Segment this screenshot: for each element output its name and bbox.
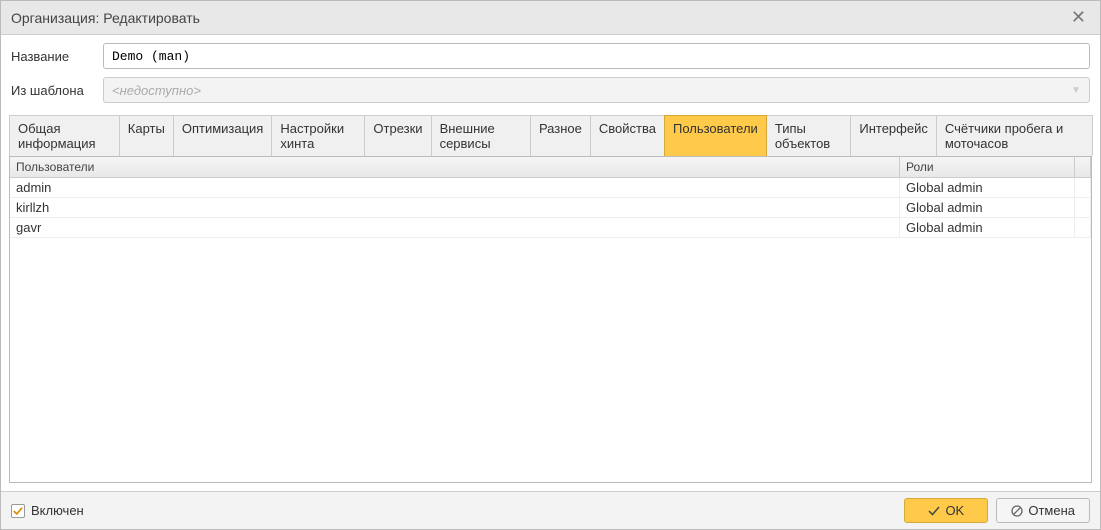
table-row[interactable]: kirllzhGlobal admin: [10, 198, 1091, 218]
cell-role: Global admin: [900, 178, 1075, 197]
table-row[interactable]: adminGlobal admin: [10, 178, 1091, 198]
ok-label: OK: [945, 503, 964, 518]
check-icon: [13, 506, 23, 516]
cancel-icon: [1011, 505, 1023, 517]
template-value: <недоступно>: [112, 83, 201, 98]
tabstrip: Общая информацияКартыОптимизацияНастройк…: [9, 115, 1092, 157]
cell-user: gavr: [10, 218, 900, 237]
grid-header-spacer: [1075, 157, 1091, 177]
enabled-checkbox[interactable]: [11, 504, 25, 518]
tab-2[interactable]: Оптимизация: [173, 115, 273, 156]
tab-3[interactable]: Настройки хинта: [271, 115, 365, 156]
cell-user: kirllzh: [10, 198, 900, 217]
footer-left: Включен: [11, 503, 84, 518]
cell-role: Global admin: [900, 218, 1075, 237]
grid-body[interactable]: adminGlobal adminkirllzhGlobal admingavr…: [10, 178, 1091, 482]
enabled-label: Включен: [31, 503, 84, 518]
tab-6[interactable]: Разное: [530, 115, 591, 156]
form-row-template: Из шаблона <недоступно> ▼: [11, 77, 1090, 103]
name-input[interactable]: [103, 43, 1090, 69]
grid-header-role[interactable]: Роли: [900, 157, 1075, 177]
cell-user: admin: [10, 178, 900, 197]
tab-11[interactable]: Счётчики пробега и моточасов: [936, 115, 1093, 156]
tab-4[interactable]: Отрезки: [364, 115, 431, 156]
chevron-down-icon: ▼: [1071, 85, 1081, 96]
check-icon: [928, 505, 940, 517]
template-label: Из шаблона: [11, 83, 103, 98]
tab-1[interactable]: Карты: [119, 115, 174, 156]
cell-spacer: [1075, 218, 1091, 237]
tab-9[interactable]: Типы объектов: [766, 115, 852, 156]
titlebar: Организация: Редактировать ✕: [1, 1, 1100, 35]
form-row-name: Название: [11, 43, 1090, 69]
tab-8[interactable]: Пользователи: [664, 115, 767, 156]
tab-7[interactable]: Свойства: [590, 115, 665, 156]
window: Организация: Редактировать ✕ Название Из…: [0, 0, 1101, 530]
name-label: Название: [11, 49, 103, 64]
window-title: Организация: Редактировать: [11, 10, 200, 26]
tab-0[interactable]: Общая информация: [9, 115, 120, 156]
table-row[interactable]: gavrGlobal admin: [10, 218, 1091, 238]
grid-header: Пользователи Роли: [10, 157, 1091, 178]
close-icon[interactable]: ✕: [1067, 7, 1090, 28]
cell-spacer: [1075, 198, 1091, 217]
cell-role: Global admin: [900, 198, 1075, 217]
ok-button[interactable]: OK: [904, 498, 988, 523]
form-area: Название Из шаблона <недоступно> ▼: [1, 35, 1100, 115]
cancel-button[interactable]: Отмена: [996, 498, 1090, 523]
cell-spacer: [1075, 178, 1091, 197]
grid: Пользователи Роли adminGlobal adminkirll…: [9, 157, 1092, 483]
cancel-label: Отмена: [1028, 503, 1075, 518]
footer-right: OK Отмена: [904, 498, 1090, 523]
footer: Включен OK Отмена: [1, 491, 1100, 529]
tab-5[interactable]: Внешние сервисы: [431, 115, 531, 156]
template-select: <недоступно> ▼: [103, 77, 1090, 103]
grid-header-user[interactable]: Пользователи: [10, 157, 900, 177]
tab-10[interactable]: Интерфейс: [850, 115, 936, 156]
